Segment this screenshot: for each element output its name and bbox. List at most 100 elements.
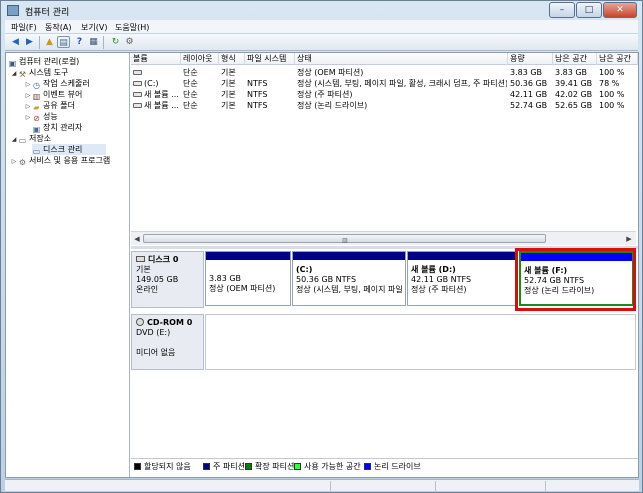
column-header-capacity[interactable]: 용량 xyxy=(508,53,553,65)
maximize-button[interactable]: □ xyxy=(576,2,602,18)
drive-icon xyxy=(133,81,142,86)
tree-item-task-scheduler[interactable]: ▷ ◷ 작업 스케줄러 xyxy=(24,78,90,90)
column-header-type[interactable]: 형식 xyxy=(219,53,245,65)
tree-item-device-manager[interactable]: ▣ 장치 관리자 xyxy=(32,122,83,134)
menu-help[interactable]: 도움말(H) xyxy=(115,22,149,33)
scroll-right-arrow-icon[interactable]: ▶ xyxy=(624,234,634,244)
drive-icon xyxy=(133,70,142,75)
partition-status: 정상 (OEM 파티션) xyxy=(209,284,276,293)
expand-arrow-icon[interactable]: ▷ xyxy=(24,112,32,123)
legend-unallocated: 할당되지 않음 xyxy=(134,462,191,471)
capacity-cell: 52.74 GB xyxy=(510,101,548,110)
title-bar[interactable]: 컴퓨터 관리 – □ ✕ xyxy=(1,1,642,21)
column-header-free-percent[interactable]: 남은 공간 xyxy=(597,53,638,65)
toolbar-separator xyxy=(39,36,40,49)
partition-oem[interactable]: 3.83 GB 정상 (OEM 파티션) xyxy=(205,251,291,306)
volume-cell xyxy=(133,68,181,78)
legend-swatch xyxy=(134,463,141,470)
refresh-icon[interactable]: ↻ xyxy=(109,36,122,48)
partition-size: 42.11 GB NTFS xyxy=(411,275,472,284)
tree-item-root[interactable]: ▣ 컴퓨터 관리(로컬) xyxy=(8,56,80,68)
settings-icon[interactable]: ⚙ xyxy=(123,36,136,48)
tree-item-storage[interactable]: ◢ ▭ 저장소 xyxy=(10,133,51,145)
menu-file[interactable]: 파일(F) xyxy=(11,22,37,33)
tree-item-system-tools[interactable]: ◢ ⚒ 시스템 도구 xyxy=(10,67,69,79)
filesystem-cell: NTFS xyxy=(247,101,268,110)
tree-label: 작업 스케줄러 xyxy=(43,79,90,88)
filesystem-cell: NTFS xyxy=(247,79,268,88)
show-tree-icon[interactable]: ▤ xyxy=(57,36,70,48)
tree-item-performance[interactable]: ▷ ⊘ 성능 xyxy=(24,111,58,123)
free-space-cell: 52.65 GB xyxy=(555,101,593,110)
status-separator xyxy=(330,481,331,491)
partition-d[interactable]: 새 볼륨 (D:) 42.11 GB NTFS 정상 (주 파티션) xyxy=(407,251,517,306)
tree-item-shared-folders[interactable]: ▷ ▰ 공유 폴더 xyxy=(24,100,75,112)
minimize-button[interactable]: – xyxy=(549,2,575,18)
partition-size: 50.36 GB NTFS xyxy=(296,275,357,284)
scroll-left-arrow-icon[interactable]: ◀ xyxy=(132,234,142,244)
partition-bar xyxy=(206,252,290,260)
up-folder-icon[interactable]: ▲ xyxy=(43,36,56,48)
column-header-filesystem[interactable]: 파일 시스템 xyxy=(245,53,295,65)
storage-icon: ▭ xyxy=(18,136,27,145)
tree-label: 디스크 관리 xyxy=(43,145,83,154)
tree-label: 서비스 및 응용 프로그램 xyxy=(29,156,111,165)
computer-management-icon xyxy=(7,5,19,16)
legend-logical: 논리 드라이브 xyxy=(364,462,421,471)
tree-label: 시스템 도구 xyxy=(29,68,69,77)
layout-cell: 단순 xyxy=(183,101,198,110)
column-header-free-space[interactable]: 남은 공간 xyxy=(553,53,597,65)
type-cell: 기본 xyxy=(221,101,236,110)
free-percent-cell: 78 % xyxy=(599,79,620,88)
grip-icon: ▥ xyxy=(342,237,348,244)
volume-cell: 새 볼륨 ... xyxy=(133,90,181,100)
cdrom-empty-area xyxy=(205,314,636,370)
column-header-layout[interactable]: 레이아웃 xyxy=(181,53,219,65)
tree-label: 컴퓨터 관리(로컬) xyxy=(19,57,80,66)
tree-label: 장치 관리자 xyxy=(43,123,83,132)
volume-row[interactable]: 단순 기본 정상 (OEM 파티션) 3.83 GB 3.83 GB 100 % xyxy=(131,68,638,78)
computer-management-window: 컴퓨터 관리 – □ ✕ 파일(F) 동작(A) 보기(V) 도움말(H) ◀ … xyxy=(0,0,643,493)
collapse-arrow-icon[interactable]: ◢ xyxy=(10,68,18,79)
tree-item-services-apps[interactable]: ▷ ⚙ 서비스 및 응용 프로그램 xyxy=(10,155,111,167)
partition-size: 3.83 GB xyxy=(209,274,242,283)
back-icon[interactable]: ◀ xyxy=(9,36,22,48)
type-cell: 기본 xyxy=(221,68,236,77)
window-title: 컴퓨터 관리 xyxy=(25,8,70,18)
column-header-status[interactable]: 상태 xyxy=(295,53,508,65)
volume-list-header: 볼륨 레이아웃 형식 파일 시스템 상태 용량 남은 공간 남은 공간 xyxy=(131,53,638,65)
forward-icon[interactable]: ▶ xyxy=(23,36,36,48)
free-percent-cell: 100 % xyxy=(599,101,625,110)
collapse-arrow-icon[interactable]: ◢ xyxy=(10,134,18,145)
tree-item-event-viewer[interactable]: ▷ ▥ 이벤트 뷰어 xyxy=(24,89,83,101)
free-space-cell: 3.83 GB xyxy=(555,68,588,77)
disk-0-row: 디스크 0 기본 149.05 GB 온라인 3.83 GB 정상 (OEM 파… xyxy=(131,248,638,311)
disk-type: 기본 xyxy=(136,265,151,274)
volume-row[interactable]: 새 볼륨 ... 단순 기본 NTFS 정상 (주 파티션) 42.11 GB … xyxy=(131,90,638,100)
horizontal-scrollbar[interactable]: ◀ ▥ ▶ xyxy=(131,231,636,245)
disk-icon xyxy=(136,256,145,262)
drive-icon xyxy=(133,103,142,108)
volume-cell: (C:) xyxy=(133,79,181,89)
status-cell: 정상 (논리 드라이브) xyxy=(297,101,368,110)
close-button[interactable]: ✕ xyxy=(603,2,637,18)
volume-row[interactable]: (C:) 단순 기본 NTFS 정상 (시스템, 부팅, 페이지 파일, 활성,… xyxy=(131,79,638,89)
partition-bar xyxy=(408,252,516,260)
disk-graphical-view: 디스크 0 기본 149.05 GB 온라인 3.83 GB 정상 (OEM 파… xyxy=(131,248,638,459)
properties-icon[interactable]: ▦ xyxy=(87,36,100,48)
cdrom-0-label[interactable]: CD-ROM 0 DVD (E:) 미디어 없음 xyxy=(131,314,204,370)
free-space-cell: 42.02 GB xyxy=(555,90,593,99)
disk-0-label[interactable]: 디스크 0 기본 149.05 GB 온라인 xyxy=(131,251,204,308)
menu-action[interactable]: 동작(A) xyxy=(45,22,71,33)
help-icon[interactable]: ? xyxy=(73,36,86,48)
scrollbar-thumb[interactable]: ▥ xyxy=(143,234,546,244)
menu-view[interactable]: 보기(V) xyxy=(81,22,107,33)
column-header-volume[interactable]: 볼륨 xyxy=(131,53,181,65)
red-highlight-box xyxy=(515,248,636,311)
expand-arrow-icon[interactable]: ▷ xyxy=(10,156,18,167)
volume-row[interactable]: 새 볼륨 ... 단순 기본 NTFS 정상 (논리 드라이브) 52.74 G… xyxy=(131,101,638,111)
navigation-tree: ▣ 컴퓨터 관리(로컬) ◢ ⚒ 시스템 도구 ▷ ◷ 작업 스케줄러 ▷ ▥ 이벤트 뷰어 … xyxy=(6,53,130,477)
tree-item-disk-management[interactable]: ▭ 디스크 관리 xyxy=(32,144,106,156)
volume-cell: 새 볼륨 ... xyxy=(133,101,181,111)
partition-c[interactable]: (C:) 50.36 GB NTFS 정상 (시스템, 부팅, 페이지 파일 xyxy=(292,251,406,306)
